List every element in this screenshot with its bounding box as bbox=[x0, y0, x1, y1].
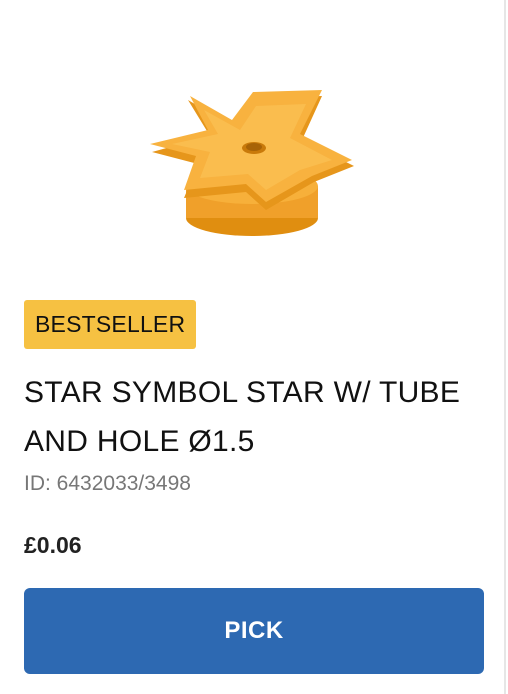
pick-button[interactable]: PICK bbox=[24, 588, 484, 674]
bestseller-badge: BESTSELLER bbox=[24, 300, 197, 349]
product-card: BESTSELLER STAR SYMBOL STAR W/ TUBE AND … bbox=[0, 0, 506, 694]
product-title-line1: STAR SYMBOL STAR W/ TUBE bbox=[24, 376, 461, 409]
product-title[interactable]: STAR SYMBOL STAR W/ TUBE AND HOLE Ø1.5 bbox=[24, 368, 484, 466]
product-id: ID: 6432033/3498 bbox=[24, 472, 191, 495]
product-image[interactable] bbox=[140, 82, 372, 242]
star-piece-icon bbox=[150, 90, 354, 236]
product-title-line2: AND HOLE Ø1.5 bbox=[24, 425, 255, 458]
product-price: £0.06 bbox=[24, 532, 82, 558]
